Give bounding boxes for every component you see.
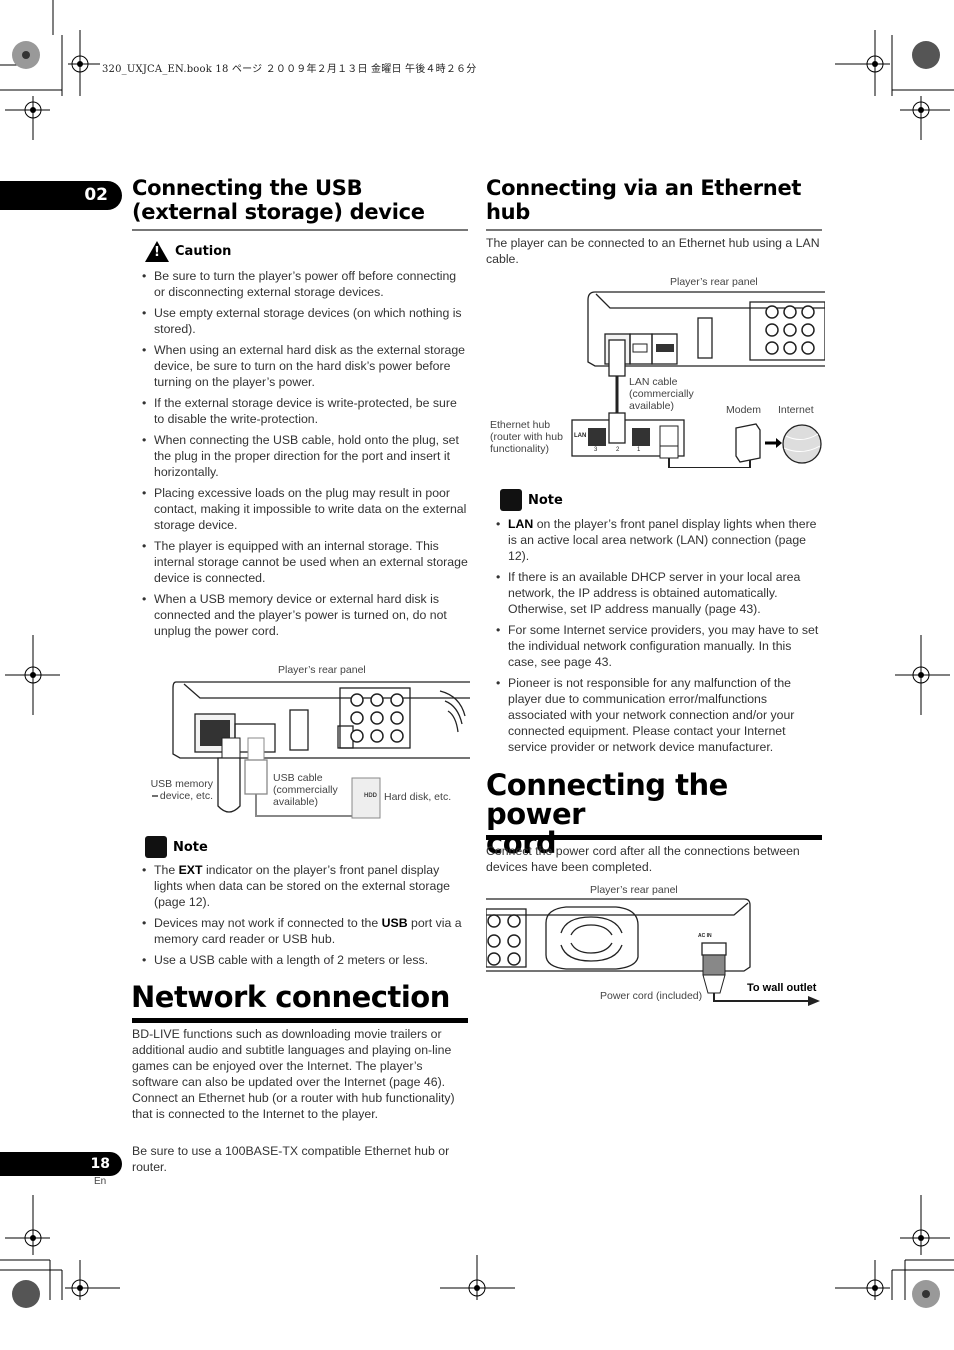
ethernet-section-title: Connecting via an Ethernet hub [486,176,826,224]
page-number-tab: 18 [0,1152,122,1176]
caution-item: Be sure to turn the player’s power off b… [132,268,470,300]
ac-in-label: AC IN [698,933,712,939]
ethernet-note-heading: Note [500,489,563,511]
chapter-tab: 02 [0,181,122,210]
ethernet-title-line-2: hub [486,200,531,224]
usb-note-item: Devices may not work if connected to the… [132,915,470,947]
usb-note-heading: Note [145,836,208,858]
usb-cable-label: USB cable (commercially available) [273,772,338,808]
ethernet-title-rule [486,229,822,231]
ethernet-note-item: Pioneer is not responsible for any malfu… [486,675,824,755]
warning-icon [145,241,169,262]
ethernet-note-item: For some Internet service providers, you… [486,622,824,670]
ethernet-note-item: LAN on the player’s front panel display … [486,516,824,564]
pencil-note-icon [145,836,167,858]
power-intro: Connect the power cord after all the con… [486,844,800,874]
ethernet-title-line-1: Connecting via an Ethernet [486,176,802,200]
caution-item: If the external storage device is write-… [132,395,470,427]
lan-cable-label: LAN cable (commercially available) [629,376,694,412]
caution-item: Placing excessive loads on the plug may … [132,485,470,533]
ethernet-rear-panel-label: Player’s rear panel [670,276,758,288]
network-section-title: Network connection [131,980,450,1014]
usb-memory-label: USB memory device, etc. [150,778,213,802]
caution-item: Use empty external storage devices (on w… [132,305,470,337]
usb-title-line-2: (external storage) device [132,200,425,224]
caution-item: When connecting the USB cable, hold onto… [132,432,470,480]
pencil-note-icon [500,489,522,511]
power-cord-label: Power cord (included) [600,990,703,1002]
caution-label: Caution [175,244,232,259]
ethernet-note-label: Note [528,492,563,508]
usb-title-rule [132,229,468,231]
page-language: En [94,1176,107,1187]
usb-note-list: The EXT indicator on the player’s front … [132,862,470,973]
ethernet-note-item: If there is an available DHCP server in … [486,569,824,617]
network-title-rule [132,1018,468,1023]
caution-item: When using an external hard disk as the … [132,342,470,390]
power-title-line-1: Connecting the power [486,768,728,831]
caution-list: Be sure to turn the player’s power off b… [132,268,470,644]
usb-note-label: Note [173,839,208,855]
usb-note-item: Use a USB cable with a length of 2 meter… [132,952,470,968]
internet-label: Internet [778,404,814,416]
ethernet-intro: The player can be connected to an Ethern… [486,236,820,266]
hub-port-3: 3 [594,447,598,453]
usb-title-line-1: Connecting the USB [132,176,363,200]
ethernet-note-list: LAN on the player’s front panel display … [486,516,824,760]
hub-lan-text: LAN [574,433,587,439]
wall-outlet-label: To wall outlet [747,982,817,994]
ethernet-hub-label: Ethernet hub (router with hub functional… [490,419,563,455]
hard-disk-label: Hard disk, etc. [384,791,452,803]
caution-item: The player is equipped with an internal … [132,538,470,586]
hub-port-2: 2 [616,447,620,453]
modem-label: Modem [726,404,762,416]
usb-section-title: Connecting the USB (external storage) de… [132,176,472,224]
caution-item: When a USB memory device or external har… [132,591,470,639]
usb-note-item: The EXT indicator on the player’s front … [132,862,470,910]
network-paragraph-2: Be sure to use a 100BASE-TX compatible E… [132,1144,450,1174]
hub-port-1: 1 [637,447,641,453]
hdd-badge: HDD [364,793,377,799]
usb-rear-panel-label: Player’s rear panel [278,664,366,676]
caution-heading: Caution [145,241,231,262]
power-title-rule [486,835,822,840]
network-paragraph-1: BD-LIVE functions such as downloading mo… [132,1027,455,1121]
